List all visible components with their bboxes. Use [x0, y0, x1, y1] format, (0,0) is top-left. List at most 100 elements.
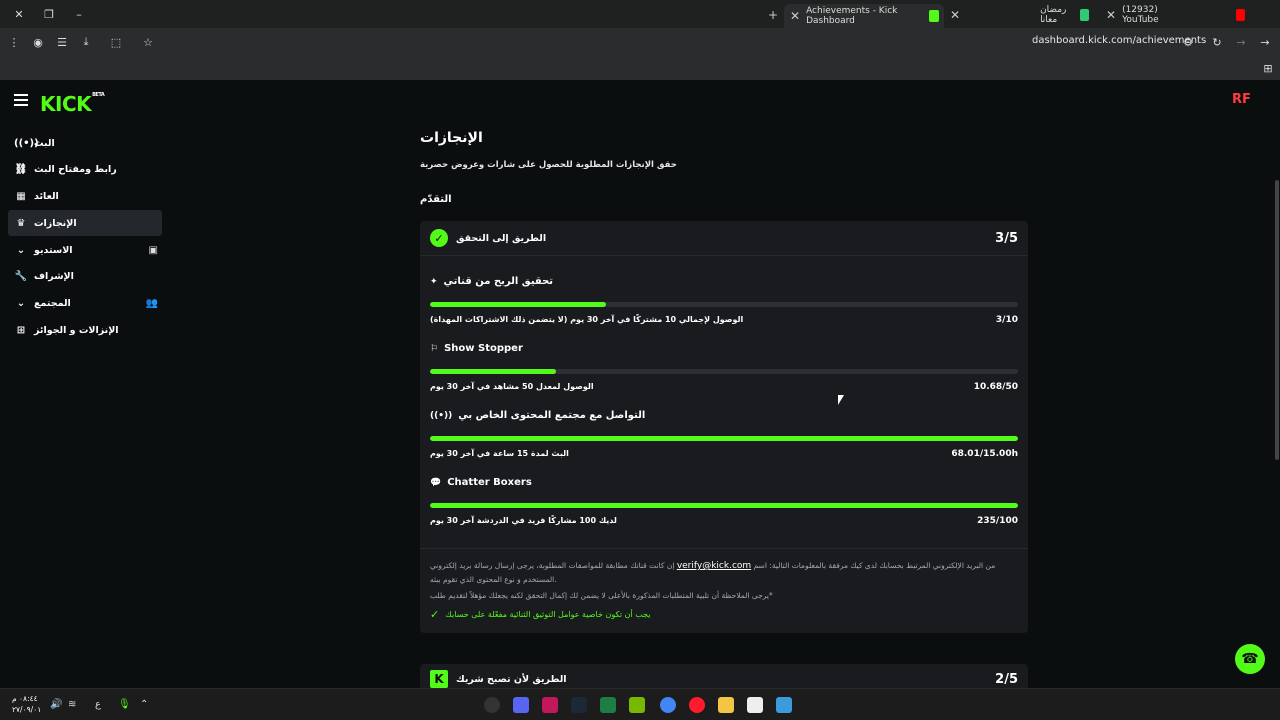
achievement-item: ((•)) التواصل مع مجتمع المحتوى الخاص بي ال…: [420, 390, 1028, 459]
sidebar-item-achievements[interactable]: ♛ الإنجازات: [8, 210, 162, 237]
excel-icon[interactable]: [600, 697, 616, 713]
sidebar-item-label: الاستديو: [34, 244, 73, 256]
profile-icon[interactable]: ◉: [26, 30, 50, 54]
steam-icon[interactable]: [571, 697, 587, 713]
page-title: الإنجازات: [420, 130, 483, 146]
verify-email-link[interactable]: verify@kick.com: [677, 561, 751, 571]
file-explorer-icon[interactable]: [718, 697, 734, 713]
achievement-description: لديك 100 مشاركًا فريد في الدردشة آخر 30 …: [430, 516, 617, 525]
progress-bar: [430, 436, 1018, 441]
kick-logo[interactable]: KICKBETA: [40, 92, 105, 116]
volume-icon[interactable]: 🔊: [50, 699, 62, 710]
obs-icon[interactable]: [484, 697, 500, 713]
hamburger-menu-icon[interactable]: [14, 94, 28, 106]
kebab-menu-icon[interactable]: ⋮: [2, 30, 26, 54]
sidebar-item-community[interactable]: ⌄ المجتمع 👥: [8, 291, 162, 317]
apps-grid-icon[interactable]: ⊞: [1256, 56, 1280, 80]
user-avatar[interactable]: RF: [1232, 92, 1251, 110]
bookmark-bar: ⊞: [0, 56, 1280, 80]
minimize-window-icon[interactable]: –: [64, 0, 94, 28]
chrome-icon[interactable]: [660, 697, 676, 713]
microphone-icon[interactable]: 🎙: [118, 699, 131, 710]
chevron-down-icon: ⌄: [16, 244, 26, 256]
discord-icon[interactable]: [513, 697, 529, 713]
close-tab-icon[interactable]: ✕: [1106, 8, 1116, 22]
sidebar-item-drops[interactable]: ⊞ الإنزالات و الجوائز: [8, 318, 162, 344]
kick-favicon-icon: [929, 10, 939, 22]
system-clock[interactable]: ٠٨:٤٤ م ٢٧/٠٩/٠١: [12, 693, 41, 715]
tab-label: (12932) YouTube: [1122, 5, 1159, 25]
tab-ramadan[interactable]: ✕ رمضان معانا: [944, 4, 1094, 26]
language-indicator[interactable]: ع: [95, 699, 101, 710]
achievement-value: 235/100: [977, 516, 1018, 526]
achievement-icon: ⚐: [430, 343, 439, 354]
achievement-list: ✦ تحقيق الربح من قناتي الوصول لإجمالي 10 م…: [420, 256, 1028, 526]
back-icon[interactable]: →: [1253, 30, 1277, 54]
tab-youtube[interactable]: ✕ (12932) YouTube: [1100, 4, 1250, 26]
youtube-favicon-icon: [1236, 9, 1245, 21]
sidebar-item-revenue[interactable]: ▦ العائد: [8, 184, 162, 210]
bookmark-star-icon[interactable]: ☆: [136, 30, 160, 54]
sidebar-item-label: العائد: [34, 191, 59, 203]
chevron-down-icon: ⌄: [16, 298, 26, 310]
support-chat-button[interactable]: ☎: [1235, 644, 1265, 674]
card-progress-count: 2/5: [995, 672, 1018, 687]
sidebar-item-stream-key[interactable]: ⛓ رابط ومفتاح البث: [8, 157, 162, 183]
trophy-icon: ♛: [16, 217, 26, 229]
close-tab-icon[interactable]: ✕: [950, 8, 960, 22]
achievement-title: 💬 Chatter Boxers: [430, 477, 532, 488]
users-icon: 👥: [145, 298, 158, 310]
tab-search-icon[interactable]: ☰: [50, 30, 74, 54]
achievement-icon: 💬: [430, 477, 442, 488]
link-icon: ⛓: [14, 164, 28, 176]
new-tab-button[interactable]: +: [762, 4, 784, 26]
sidebar-item-label: رابط ومفتاح البث: [34, 164, 117, 176]
card-footer: إن كانت قناتك مطابقة للمواصفات المطلوبة،…: [420, 548, 1028, 633]
scrollbar[interactable]: [1275, 180, 1279, 460]
download-icon[interactable]: ⤓: [74, 30, 98, 54]
section-heading: التقدّم: [420, 194, 452, 205]
achievement-title: ⚐ Show Stopper: [430, 343, 523, 354]
forward-icon[interactable]: →: [1229, 30, 1253, 54]
verification-card: ✓ الطريق إلى التحقق 3/5 ✦ تحقيق الربح من …: [420, 221, 1028, 633]
address-bar[interactable]: dashboard.kick.com/achievements: [1032, 35, 1206, 46]
extensions-icon[interactable]: ⬚: [104, 30, 128, 54]
studio-icon: ▣: [148, 244, 158, 256]
kick-dashboard-page: KICKBETA RF ((•)) البث ⛓ رابط ومفتاح البث …: [0, 80, 1280, 694]
windows-start-icon[interactable]: [776, 697, 792, 713]
mouse-cursor: [838, 395, 844, 405]
achievement-item: ⚐ Show Stopper الوصول لمعدل 50 مشاهد في آخ…: [420, 323, 1028, 392]
tab-achievements[interactable]: ✕ Achievements - Kick Dashboard: [784, 4, 944, 28]
store-icon[interactable]: [747, 697, 763, 713]
achievement-title-text: تحقيق الربح من قناتي: [443, 276, 554, 287]
sidebar-item-moderation[interactable]: 🔧 الإشراف: [8, 264, 162, 290]
sidebar-item-studio[interactable]: ⌄ الاستديو ▣: [8, 237, 162, 263]
chevron-up-icon[interactable]: ⌃: [140, 699, 148, 710]
sidebar-item-label: الإنزالات و الجوائز: [34, 325, 119, 337]
card-title: الطريق لأن تصبح شريك: [456, 674, 567, 685]
footer-disclaimer: يرجى الملاحظة أن تلبية المتطلبات المذكور…: [430, 591, 773, 600]
close-tab-icon[interactable]: ✕: [790, 9, 800, 23]
opera-icon[interactable]: [689, 697, 705, 713]
progress-fill: [430, 436, 1018, 441]
progress-bar: [430, 369, 1018, 374]
close-window-icon[interactable]: ✕: [4, 0, 34, 28]
progress-fill: [430, 302, 607, 307]
wifi-icon[interactable]: ≋: [68, 699, 76, 710]
sidebar-item-label: البث: [34, 137, 55, 149]
window-controls: ✕ ❐ –: [4, 0, 94, 28]
windows-taskbar: ٠٨:٤٤ م ٢٧/٠٩/٠١ 🔊 ≋ ع 🎙 ⌃: [0, 688, 1280, 720]
nvidia-icon[interactable]: [629, 697, 645, 713]
card-header: ✓ الطريق إلى التحقق 3/5: [420, 221, 1028, 256]
checkmark-icon: ✓: [430, 608, 440, 621]
sidebar-item-stream[interactable]: ((•)) البث: [8, 130, 162, 156]
reload-icon[interactable]: ↻: [1205, 30, 1229, 54]
restore-window-icon[interactable]: ❐: [34, 0, 64, 28]
affinity-icon[interactable]: [542, 697, 558, 713]
tab-label: رمضان معانا: [1040, 5, 1067, 25]
sidebar-item-label: الإشراف: [34, 271, 74, 283]
verified-check-icon: ✓: [430, 229, 448, 247]
logo-text: KICK: [40, 92, 92, 116]
progress-fill: [430, 369, 556, 374]
achievement-title: ✦ تحقيق الربح من قناتي: [430, 276, 553, 287]
